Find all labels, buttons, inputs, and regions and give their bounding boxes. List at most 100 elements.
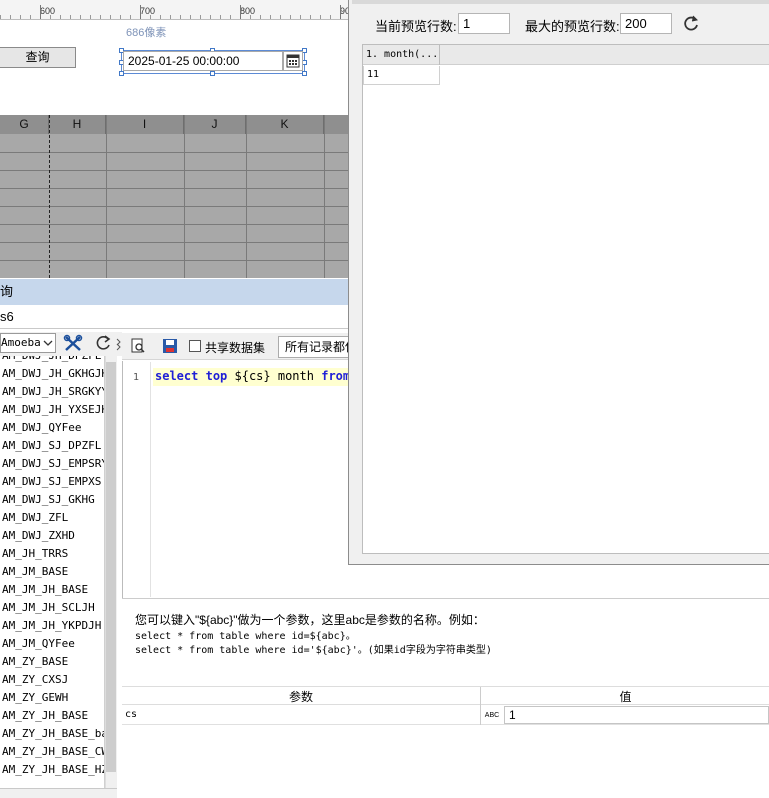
table-list-item[interactable]: AM_DWJ_JH_YXSEJH [0,401,104,419]
column-header[interactable]: G [0,115,49,134]
grid-line [0,170,350,171]
sql-keyword: top [205,369,228,383]
calendar-icon[interactable] [283,51,303,71]
table-list-item[interactable]: AM_DWJ_SJ_EMPXS [0,473,104,491]
ruler-tick [120,15,121,19]
design-canvas[interactable]: 查询 686像素 2025-01-25 00:00:00 [0,20,350,115]
ruler-tick [160,15,161,19]
table-list-item[interactable]: AM_JM_JH_SCLJH [0,599,104,617]
line-number: 1 [133,372,140,383]
ruler-tick [70,15,71,19]
table-list-item[interactable]: AM_JH_TRRS [0,545,104,563]
date-input[interactable]: 2025-01-25 00:00:00 [123,51,283,71]
ruler-tick [330,15,331,19]
column-header[interactable]: K [246,115,324,134]
max-rows-input[interactable]: 200 [620,13,672,34]
ruler-tick [190,15,191,19]
ruler-tick [300,15,301,19]
query-button[interactable]: 查询 [0,47,76,68]
hint-text: 您可以键入"${abc}"做为一个参数，这里abc是参数的名称。例如： [135,613,485,627]
column-header[interactable]: I [106,115,184,134]
table-list-item[interactable]: AM_JM_JH_YKPDJH [0,617,104,635]
grid-header: G H I J K [0,115,350,134]
sql-code[interactable]: select top ${cs} month from [155,369,350,383]
table-list-item[interactable]: AM_DWJ_SJ_EMPSRYY [0,455,104,473]
ruler-tick [220,15,221,19]
refresh-icon[interactable] [681,13,701,33]
parameter-column-header: 参数 [288,690,313,704]
table-list-item[interactable]: AM_DWJ_SJ_DPZFL [0,437,104,455]
all-records-select[interactable]: 所有记录都使 [278,336,358,358]
page-break-line [49,115,50,278]
connection-value: Amoeba [1,336,41,349]
grid-line [246,115,247,278]
table-list[interactable]: AM_DWJ_JH_DPZFLAM_DWJ_JH_GKHGJHAM_DWJ_JH… [0,356,105,788]
current-rows-label: 当前预览行数: [375,19,457,34]
line-gutter [123,362,151,597]
table-list-item[interactable]: AM_ZY_CXSJ [0,671,104,689]
table-list-item[interactable]: AM_DWJ_QYFee [0,419,104,437]
dialog-top-edge [352,0,769,4]
ruler-tick [260,15,261,19]
preview-result-pane[interactable] [362,44,769,554]
table-list-item[interactable]: AM_DWJ_JH_DPZFL [0,356,104,365]
table-list-item[interactable]: AM_DWJ_ZFL [0,509,104,527]
ruler-tick [20,15,21,19]
chevron-down-icon [43,340,53,346]
parameter-name[interactable]: cs [125,709,137,720]
table-list-item[interactable]: AM_ZY_GEWH [0,689,104,707]
resize-handle[interactable] [210,71,215,76]
resize-handle[interactable] [302,71,307,76]
current-rows-input[interactable]: 1 [458,13,510,34]
column-header[interactable]: H [49,115,106,134]
ruler-label: 700 [140,6,156,16]
table-list-item[interactable]: AM_ZY_BASE [0,653,104,671]
ruler-tick [30,15,31,19]
ruler-tick [50,15,51,19]
refresh-icon[interactable] [93,333,113,354]
tools-icon[interactable] [62,333,84,354]
grid-line [0,224,350,225]
ruler-tick [270,15,271,19]
table-list-item[interactable]: AM_ZY_JH_BASE_bak [0,725,104,743]
panel-title: 询 [0,279,350,305]
string-type-icon[interactable]: ABC [482,705,502,725]
table-list-item[interactable]: AM_JM_BASE [0,563,104,581]
table-list-item[interactable]: AM_DWJ_SJ_GKHG [0,491,104,509]
result-cell[interactable]: 11 [363,66,440,85]
sql-parameter: ${cs} [227,369,278,383]
parameter-value-input[interactable]: 1 [504,706,769,724]
grid-line [0,188,350,189]
ruler-tick [210,15,211,19]
scrollbar-thumb[interactable] [106,362,116,772]
save-icon[interactable] [162,338,178,354]
sql-column: month [277,369,322,383]
status-strip [0,788,117,798]
grid-line [106,115,107,278]
table-list-item[interactable]: AM_DWJ_JH_SRGKYYJJ [0,383,104,401]
grid-line [0,206,350,207]
grid-line [324,115,325,278]
result-column-header[interactable]: 1. month(... [363,45,440,65]
resize-handle[interactable] [119,71,124,76]
ruler-tick [40,5,41,19]
ruler-tick [170,15,171,19]
report-grid[interactable]: G H I J K [0,115,350,278]
sql-editor[interactable] [122,361,350,598]
grid-line [184,115,185,278]
table-list-item[interactable]: AM_ZY_JH_BASE [0,707,104,725]
hint-example: select * from table where id='${abc}'。(如… [135,645,492,656]
table-list-item[interactable]: AM_DWJ_JH_GKHGJH [0,365,104,383]
share-dataset-checkbox[interactable] [189,340,201,352]
dataset-name-field[interactable]: s6 [0,306,350,329]
connection-select[interactable]: Amoeba [0,333,56,353]
table-list-item[interactable]: AM_ZY_JH_BASE_HZXM [0,761,104,779]
table-list-item[interactable]: AM_ZY_JH_BASE_CW [0,743,104,761]
table-list-item[interactable]: AM_JM_JH_BASE [0,581,104,599]
column-header[interactable]: J [184,115,246,134]
table-list-item[interactable]: AM_DWJ_ZXHD [0,527,104,545]
preview-icon[interactable] [130,338,146,354]
ruler-tick [0,15,1,19]
table-list-item[interactable]: AM_JM_QYFee [0,635,104,653]
ruler-tick [340,5,341,19]
